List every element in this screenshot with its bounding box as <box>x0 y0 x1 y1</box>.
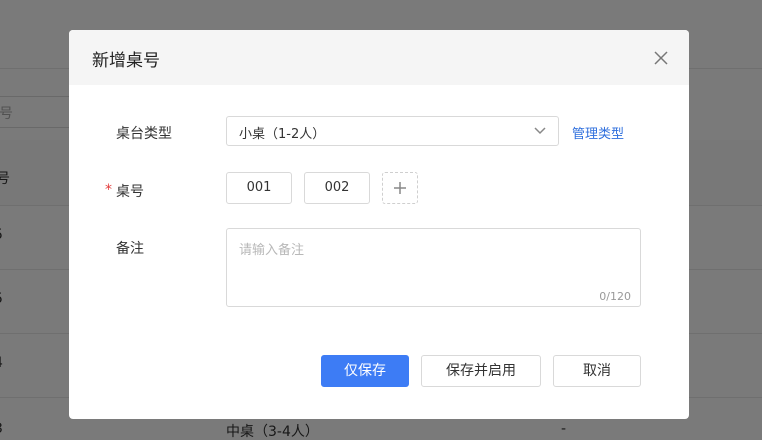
remark-label: 备注 <box>116 241 144 257</box>
close-icon-svg <box>654 51 668 65</box>
remark-char-counter: 0/120 <box>599 290 631 303</box>
cancel-button[interactable]: 取消 <box>553 355 641 387</box>
table-type-label: 桌台类型 <box>116 126 172 142</box>
table-type-select[interactable]: 小桌（1-2人） <box>226 116 559 146</box>
save-and-enable-button[interactable]: 保存并启用 <box>421 355 541 387</box>
remark-textarea[interactable]: 请输入备注 0/120 <box>226 228 641 307</box>
close-icon[interactable] <box>652 49 670 67</box>
manage-types-link[interactable]: 管理类型 <box>572 123 624 142</box>
dialog-title: 新增桌号 <box>92 51 160 71</box>
table-type-value: 小桌（1-2人） <box>239 127 326 142</box>
save-only-button[interactable]: 仅保存 <box>321 355 409 387</box>
table-number-label: 桌号 <box>116 184 144 200</box>
add-table-number-button[interactable] <box>382 172 418 204</box>
chevron-down-icon <box>534 127 546 135</box>
required-mark: * <box>105 182 112 198</box>
dialog-header: 新增桌号 <box>69 30 689 85</box>
remark-placeholder: 请输入备注 <box>239 243 305 258</box>
table-number-input-2[interactable]: 002 <box>304 172 370 204</box>
add-table-dialog: 新增桌号 桌台类型 小桌（1-2人） 管理类型 * 桌号 001 002 备注 … <box>69 30 689 419</box>
table-number-input-1[interactable]: 001 <box>226 172 292 204</box>
plus-icon <box>394 182 406 194</box>
